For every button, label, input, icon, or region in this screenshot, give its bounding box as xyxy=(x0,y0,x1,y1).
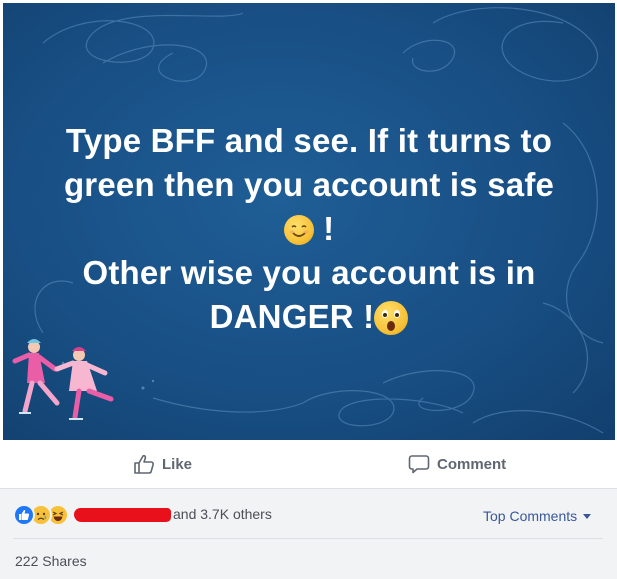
caption-line-3: ! xyxy=(3,207,615,251)
shares-count[interactable]: 222 Shares xyxy=(15,553,87,569)
like-label: Like xyxy=(162,455,193,473)
top-comments-dropdown[interactable]: Top Comments xyxy=(483,508,592,524)
astonished-face-emoji-icon xyxy=(374,301,409,335)
post-action-bar: Like Comment xyxy=(0,440,617,489)
caption-line-4: Other wise you account is in xyxy=(82,254,536,291)
smiling-face-emoji-icon xyxy=(283,215,314,245)
post-image[interactable]: Type BFF and see. If it turns to green t… xyxy=(3,3,615,440)
comment-button[interactable]: Comment xyxy=(408,452,506,476)
caption-line-1: Type BFF and see. If it turns to xyxy=(65,122,553,159)
caption-line-2: green then you account is safe xyxy=(63,166,555,203)
thumbs-up-icon xyxy=(133,454,155,474)
reactions-summary: and 3.7K others Top Comments 222 Shares xyxy=(0,489,617,579)
caption-danger-text: DANGER ! xyxy=(209,298,375,335)
redacted-name xyxy=(74,508,171,522)
like-reaction-icon xyxy=(13,504,35,526)
caret-down-icon xyxy=(583,513,592,519)
reaction-icons[interactable] xyxy=(13,504,69,526)
caption-exclamation: ! xyxy=(323,210,335,247)
like-button[interactable]: Like xyxy=(133,452,192,476)
ice-skaters-illustration-icon xyxy=(12,339,114,420)
comment-label: Comment xyxy=(437,455,507,473)
top-comments-label: Top Comments xyxy=(483,508,578,524)
comment-bubble-icon xyxy=(408,454,430,474)
divider xyxy=(13,538,603,539)
post-caption: Type BFF and see. If it turns to green t… xyxy=(3,119,615,339)
reaction-count-text[interactable]: and 3.7K others xyxy=(173,506,272,522)
